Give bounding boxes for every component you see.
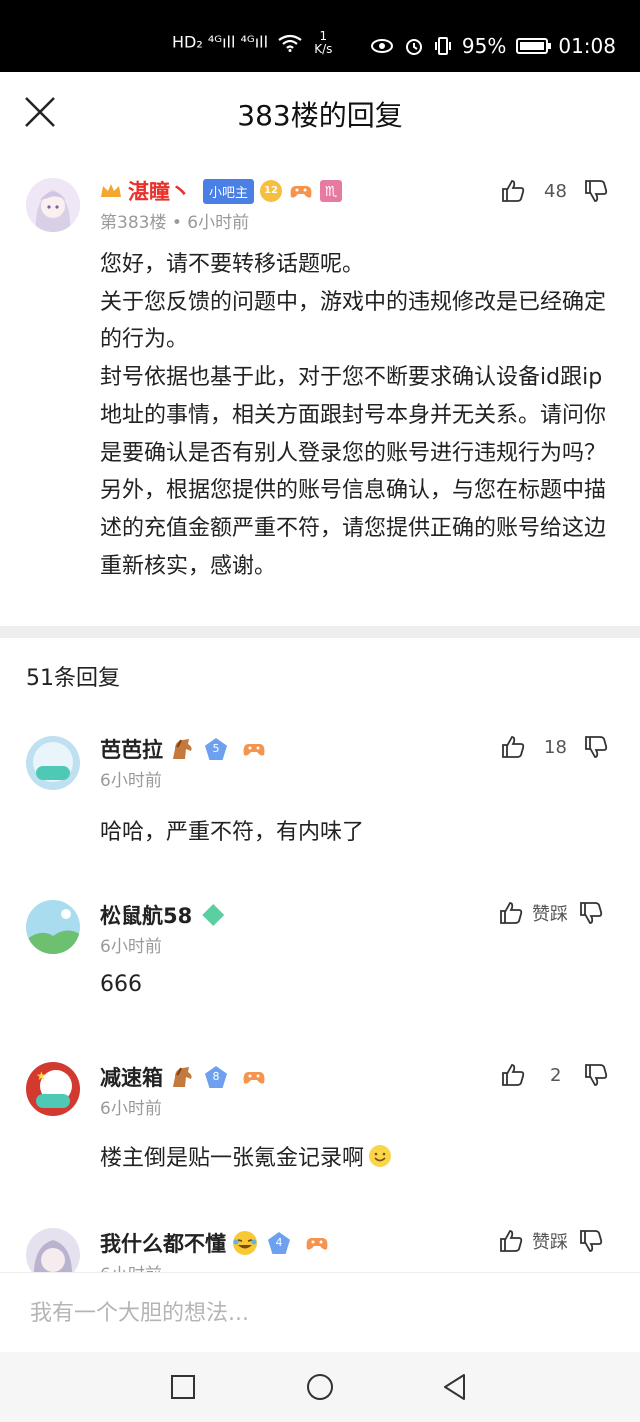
- thumbs-up-icon[interactable]: [500, 178, 526, 204]
- system-nav-bar: [0, 1352, 640, 1422]
- clock: 01:08: [558, 34, 616, 58]
- thumbs-up-icon[interactable]: [500, 1062, 526, 1088]
- crown-icon: [101, 184, 121, 197]
- level-gem-icon: [202, 904, 225, 926]
- thumbs-down-icon[interactable]: [578, 900, 604, 926]
- laughing-emoji-icon: [233, 1231, 257, 1255]
- reply-vote: 2: [500, 1062, 609, 1088]
- reply-text: 哈哈，严重不符，有内味了: [100, 820, 365, 845]
- alarm-icon: [405, 39, 422, 55]
- vote-label: 赞踩: [532, 1232, 568, 1253]
- thumbs-up-icon[interactable]: [498, 1228, 524, 1254]
- reply-time: 6小时前: [100, 1099, 162, 1119]
- avatar[interactable]: [26, 178, 80, 232]
- reply-author-row: 芭芭拉 5: [100, 734, 267, 764]
- reply-time: 6小时前: [100, 937, 162, 957]
- reply-time: 6小时前: [100, 771, 162, 791]
- smile-emoji-icon: [369, 1145, 392, 1167]
- thumbs-down-icon[interactable]: [583, 1062, 609, 1088]
- recent-apps-icon[interactable]: [168, 1372, 198, 1402]
- avatar[interactable]: [26, 900, 80, 954]
- game-badge-icon: [243, 1072, 265, 1084]
- signal-indicators: HD₂ ⁴ᴳıll ⁴ᴳıll 1 K/s: [172, 30, 332, 56]
- like-count: 2: [550, 1064, 562, 1086]
- network-status: HD₂ ⁴ᴳıll ⁴ᴳıll: [172, 32, 269, 52]
- level-badge: 12: [260, 180, 283, 202]
- thumbs-down-icon[interactable]: [583, 178, 609, 204]
- main-post: 湛瞳丶 小吧主 12 ♏ 第383楼 • 6小时前 48 您好，请不要转移话题呢…: [0, 152, 640, 626]
- reply-author-row: 减速箱 8: [100, 1062, 267, 1092]
- thumbs-up-icon[interactable]: [498, 900, 524, 926]
- vibrate-icon: [434, 37, 451, 55]
- vote-label: 赞踩: [532, 904, 568, 925]
- reply-author-name[interactable]: 芭芭拉: [100, 734, 163, 764]
- post-author-row: 湛瞳丶 小吧主 12 ♏: [100, 176, 343, 206]
- reply-item: ★ 减速箱 8 6小时前 2 楼主倒是贴一张氪金记录啊: [0, 1044, 640, 1204]
- anime-avatar-icon: [26, 1228, 80, 1272]
- thumbs-down-icon[interactable]: [583, 734, 609, 760]
- reply-author-name[interactable]: 减速箱: [100, 1062, 163, 1092]
- avatar[interactable]: [26, 736, 80, 790]
- level-badge: 4: [268, 1232, 290, 1254]
- reply-time: 6小时前: [100, 1260, 162, 1272]
- post-paragraph: 封号依据也基于此，对于您不断要求确认设备id跟ip地址的事情，相关方面跟封号本身…: [100, 365, 607, 466]
- net-speed: 1 K/s: [314, 29, 333, 56]
- battery-percent: 95%: [461, 34, 507, 58]
- section-divider: [0, 626, 640, 638]
- post-floor-meta: 第383楼 • 6小时前: [100, 213, 250, 233]
- reply-item: 芭芭拉 5 6小时前 18 哈哈，严重不符，有内味了: [0, 720, 640, 880]
- status-bar: HD₂ ⁴ᴳıll ⁴ᴳıll 1 K/s 95% 01:08: [0, 0, 640, 72]
- reply-input-bar[interactable]: 我有一个大胆的想法...: [0, 1272, 640, 1353]
- home-icon[interactable]: [305, 1372, 335, 1402]
- post-paragraph: 关于您反馈的问题中，游戏中的违规修改是已经确定的行为。: [100, 289, 607, 353]
- avatar[interactable]: [26, 1228, 80, 1272]
- status-right: 95% 01:08: [370, 34, 616, 58]
- avatar[interactable]: ★: [26, 1062, 80, 1116]
- anime-avatar-icon: [26, 178, 80, 232]
- moderator-badge: 小吧主: [203, 178, 255, 204]
- page-title: 383楼的回复: [237, 99, 403, 132]
- reply-author-name[interactable]: 我什么都不懂: [100, 1228, 226, 1258]
- reply-author-name[interactable]: 松鼠航58: [100, 900, 192, 930]
- landscape-avatar-icon: [26, 900, 80, 954]
- reply-author-row: 我什么都不懂 4: [100, 1228, 330, 1258]
- header: 383楼的回复: [0, 72, 640, 152]
- reply-item: 我什么都不懂 4 6小时前 赞踩: [0, 1208, 640, 1272]
- mask-avatar-icon: ★: [26, 1062, 80, 1116]
- reply-vote: 赞踩: [498, 900, 604, 926]
- reply-text: 楼主倒是贴一张氪金记录啊: [100, 1146, 365, 1171]
- zodiac-badge-icon: ♏: [320, 180, 343, 202]
- post-author-name[interactable]: 湛瞳丶: [128, 176, 191, 206]
- horse-icon: [173, 739, 192, 759]
- thumbs-down-icon[interactable]: [578, 1228, 604, 1254]
- reply-item: 松鼠航58 6小时前 赞踩 666: [0, 882, 640, 1042]
- back-icon[interactable]: [440, 1372, 470, 1402]
- game-badge-icon: [306, 1238, 328, 1250]
- reply-text-row: 楼主倒是贴一张氪金记录啊: [100, 1140, 392, 1172]
- post-paragraph: 另外，根据您提供的账号信息确认，与您在标题中描述的充值金额严重不符，请您提供正确…: [100, 478, 607, 579]
- thumbs-up-icon[interactable]: [500, 734, 526, 760]
- like-count: 18: [544, 736, 567, 758]
- game-badge-icon: [243, 744, 265, 756]
- reply-vote: 赞踩: [498, 1228, 604, 1254]
- horse-icon: [173, 1067, 192, 1087]
- reply-author-row: 松鼠航58: [100, 900, 225, 930]
- reply-text: 666: [100, 972, 142, 997]
- mask-avatar-icon: [26, 736, 80, 790]
- svg-text:♏: ♏: [325, 184, 338, 200]
- level-badge: 8: [205, 1066, 227, 1088]
- post-content: 您好，请不要转移话题呢。 关于您反馈的问题中，游戏中的违规修改是已经确定的行为。…: [100, 246, 620, 585]
- battery-icon: [516, 38, 552, 54]
- wifi-icon: [278, 34, 302, 52]
- post-vote: 48: [500, 178, 609, 204]
- eye-icon: [370, 39, 393, 53]
- reply-vote: 18: [500, 734, 609, 760]
- post-paragraph: 您好，请不要转移话题呢。: [100, 252, 365, 277]
- reply-count: 51条回复: [26, 666, 120, 691]
- like-count: 48: [544, 180, 567, 202]
- svg-text:★: ★: [36, 1069, 47, 1083]
- level-badge: 5: [205, 738, 227, 760]
- game-badge-icon: [290, 186, 312, 198]
- reply-input[interactable]: 我有一个大胆的想法...: [30, 1295, 249, 1327]
